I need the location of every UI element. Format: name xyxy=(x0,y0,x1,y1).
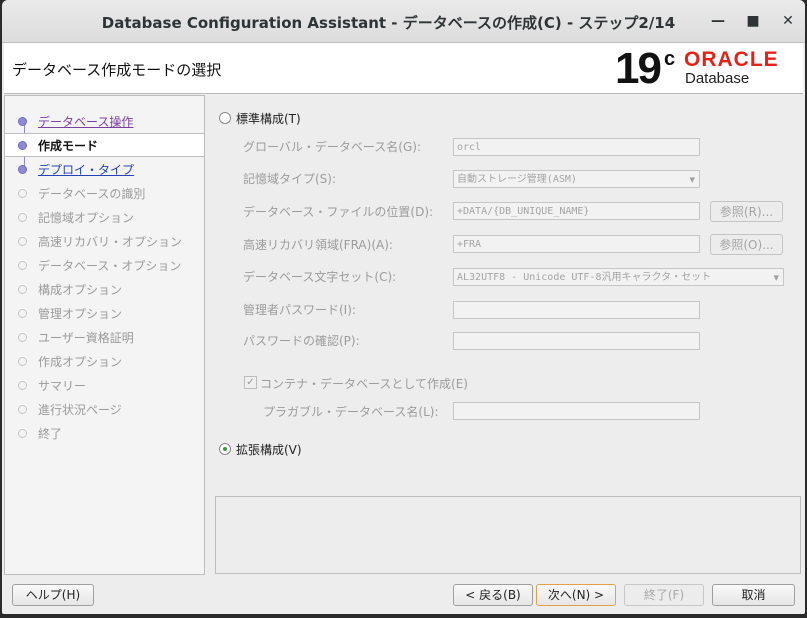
container-db-checkbox[interactable]: ✓ xyxy=(244,376,257,389)
pdb-name-label: プラガブル・データベース名(L): xyxy=(263,405,439,419)
advanced-config-radio[interactable] xyxy=(219,443,231,455)
sidebar-item-label: 記憶域オプション xyxy=(38,211,135,225)
maximize-icon[interactable]: ■ xyxy=(744,12,762,30)
confirm-password-field[interactable] xyxy=(453,332,700,350)
sidebar-item-storage-option: 記憶域オプション xyxy=(5,206,204,228)
sidebar-item-label: 終了 xyxy=(38,427,63,441)
fra-browse-button[interactable]: 参照(O)... xyxy=(710,234,783,255)
sidebar-item-deploy-type[interactable]: デプロイ・タイプ xyxy=(5,158,204,180)
help-button[interactable]: ヘルプ(H) xyxy=(12,584,94,606)
step-dot-icon xyxy=(18,405,27,414)
typical-config-radio[interactable] xyxy=(219,112,231,124)
message-area xyxy=(215,496,801,574)
advanced-config-label[interactable]: 拡張構成(V) xyxy=(236,441,302,458)
step-dot-icon xyxy=(18,357,27,366)
sidebar-item-label: データベースの識別 xyxy=(38,187,146,201)
title-bar[interactable]: Database Configuration Assistant - データベー… xyxy=(2,0,805,43)
steps-sidebar: データベース操作 作成モード デプロイ・タイプ データベースの識別 記憶域オプシ… xyxy=(4,95,205,575)
page-header: データベース作成モードの選択 19 c ORACLE Database xyxy=(4,43,803,94)
charset-select[interactable]: AL32UTF8 - Unicode UTF-8汎用キャラクタ・セット xyxy=(453,268,784,286)
main-content: 標準構成(T) グローバル・データベース名(G): orcl 記憶域タイプ(S)… xyxy=(210,95,805,574)
sidebar-item-database-operation[interactable]: データベース操作 xyxy=(5,110,204,132)
charset-label: データベース文字セット(C): xyxy=(243,270,397,284)
step-dot-icon xyxy=(18,117,27,126)
sidebar-item-creation-options: 作成オプション xyxy=(5,350,204,372)
logo-version-sup: c xyxy=(664,48,676,70)
sidebar-item-management-options: 管理オプション xyxy=(5,302,204,324)
fra-label: 高速リカバリ領域(FRA)(A): xyxy=(243,238,393,252)
sidebar-item-label: 作成モード xyxy=(38,139,99,153)
step-dot-icon xyxy=(18,165,27,174)
db-file-location-label: データベース・ファイルの位置(D): xyxy=(243,205,434,219)
step-dot-icon xyxy=(18,309,27,318)
step-dot-icon xyxy=(18,285,27,294)
fra-field[interactable]: +FRA xyxy=(453,235,700,253)
sidebar-item-summary: サマリー xyxy=(5,374,204,396)
typical-config-label[interactable]: 標準構成(T) xyxy=(236,110,301,127)
sidebar-item-user-credentials: ユーザー資格証明 xyxy=(5,326,204,348)
pdb-name-field[interactable] xyxy=(453,402,700,420)
container-db-label[interactable]: コンテナ・データベースとして作成(E) xyxy=(260,375,468,392)
sidebar-item-label: ユーザー資格証明 xyxy=(38,331,134,345)
step-dot-icon xyxy=(18,213,27,222)
sidebar-item-label: 構成オプション xyxy=(38,283,123,297)
sidebar-item-progress-page: 進行状況ページ xyxy=(5,398,204,420)
step-dot-icon xyxy=(18,333,27,342)
sidebar-item-configuration-options: 構成オプション xyxy=(5,278,204,300)
sidebar-item-database-options: データベース・オプション xyxy=(5,254,204,276)
dbca-window: Database Configuration Assistant - データベー… xyxy=(2,0,805,614)
close-icon[interactable]: ✕ xyxy=(779,12,797,30)
sidebar-item-label: 進行状況ページ xyxy=(38,403,122,417)
db-file-browse-button[interactable]: 参照(R)... xyxy=(710,201,783,222)
step-dot-icon xyxy=(18,189,27,198)
logo-version: 19 xyxy=(615,44,662,93)
step-dot-icon xyxy=(18,237,27,246)
sidebar-item-fast-recovery-option: 高速リカバリ・オプション xyxy=(5,230,204,252)
storage-type-label: 記憶域タイプ(S): xyxy=(243,172,337,186)
sidebar-item-finish: 終了 xyxy=(5,422,204,444)
sidebar-item-database-identification: データベースの識別 xyxy=(5,182,204,204)
confirm-password-label: パスワードの確認(P): xyxy=(243,334,360,348)
sidebar-item-label: デプロイ・タイプ xyxy=(38,163,135,177)
db-file-location-field[interactable]: +DATA/{DB_UNIQUE_NAME} xyxy=(453,202,700,220)
step-dot-icon xyxy=(18,261,27,270)
logo-product: Database xyxy=(685,70,750,87)
sidebar-item-label: 高速リカバリ・オプション xyxy=(38,235,183,249)
next-button[interactable]: 次へ(N) > xyxy=(536,584,616,606)
step-dot-icon xyxy=(18,141,27,150)
global-db-name-field[interactable]: orcl xyxy=(453,138,700,156)
global-db-name-label: グローバル・データベース名(G): xyxy=(243,140,421,154)
sidebar-item-label: サマリー xyxy=(38,379,87,393)
logo-brand: ORACLE xyxy=(684,48,779,71)
cancel-button[interactable]: 取消 xyxy=(712,584,795,606)
finish-button[interactable]: 終了(F) xyxy=(624,584,704,606)
storage-type-select[interactable]: 自動ストレージ管理(ASM) xyxy=(453,170,700,188)
admin-password-label: 管理者パスワード(I): xyxy=(243,303,356,317)
sidebar-item-label: 管理オプション xyxy=(38,307,123,321)
minimize-icon[interactable]: — xyxy=(709,12,727,30)
sidebar-item-label: 作成オプション xyxy=(38,355,123,369)
sidebar-item-creation-mode[interactable]: 作成モード xyxy=(5,133,204,157)
back-button[interactable]: < 戻る(B) xyxy=(453,584,533,606)
step-dot-icon xyxy=(18,381,27,390)
page-title: データベース作成モードの選択 xyxy=(12,61,222,79)
sidebar-item-label: データベース・オプション xyxy=(38,259,182,273)
window-title: Database Configuration Assistant - データベー… xyxy=(101,14,676,32)
sidebar-item-label: データベース操作 xyxy=(38,115,134,129)
admin-password-field[interactable] xyxy=(453,301,700,319)
step-dot-icon xyxy=(18,429,27,438)
